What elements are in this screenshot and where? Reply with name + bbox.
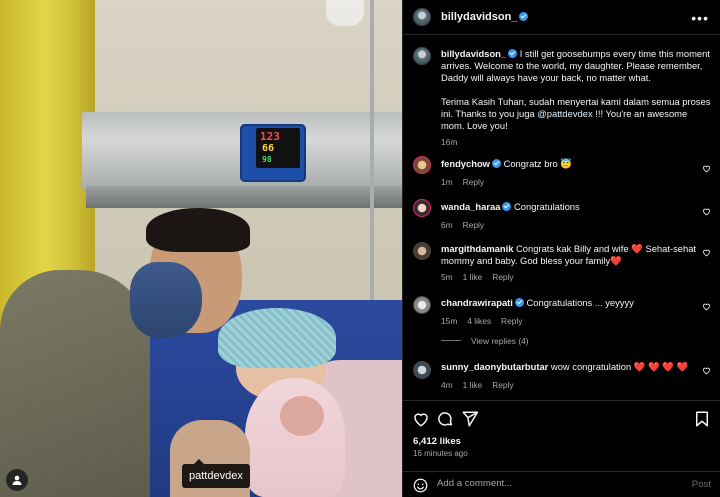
comment-composer: Post: [403, 471, 720, 497]
reply-button[interactable]: Reply: [501, 316, 522, 326]
verified-badge-icon: [491, 159, 501, 168]
comment-avatar[interactable]: [413, 242, 431, 260]
post-detail-panel: billydavidson_ ••• billydavidson_ I stil…: [402, 0, 720, 497]
caption-username[interactable]: billydavidson_: [441, 48, 506, 59]
vitals-screen: 123 66 98: [256, 128, 300, 168]
comment-input[interactable]: [437, 478, 667, 489]
caption-mention[interactable]: @pattdevdex: [537, 108, 592, 119]
face-mask: [130, 262, 202, 338]
share-icon[interactable]: [461, 410, 479, 428]
comment-item: fendychow Congratz bro 😇 1m Reply: [441, 158, 703, 188]
post-actions: 6,412 likes 16 minutes ago Post: [403, 400, 720, 497]
iv-bag: [326, 0, 364, 26]
comment-avatar[interactable]: [413, 156, 431, 174]
author-username[interactable]: billydavidson_: [441, 11, 529, 23]
comment-username[interactable]: wanda_haraa: [441, 201, 500, 212]
reply-button[interactable]: Reply: [463, 177, 484, 187]
reply-button[interactable]: Reply: [492, 380, 513, 390]
comment-text: wow congratulation ❤️ ❤️ ❤️ ❤️: [550, 361, 689, 372]
post-caption: billydavidson_ I still get goosebumps ev…: [441, 48, 711, 148]
vitals-hr: 66: [262, 143, 275, 154]
post-comment-button[interactable]: Post: [692, 479, 711, 490]
comment-username[interactable]: margithdamanik: [441, 243, 513, 254]
reply-button[interactable]: Reply: [492, 272, 513, 282]
verified-badge-icon: [519, 12, 529, 21]
post-timestamp: 16 minutes ago: [413, 449, 468, 458]
comment-time: 15m: [441, 316, 458, 326]
post-photo[interactable]: 123 66 98 pattdevdex: [0, 0, 402, 497]
comment-like-icon[interactable]: [702, 248, 711, 257]
comment-time: 1m: [441, 177, 453, 187]
surgical-cap: [218, 308, 336, 368]
verified-badge-icon: [514, 298, 524, 307]
comment-avatar[interactable]: [413, 296, 431, 314]
comment-time: 6m: [441, 220, 453, 230]
heart-icon[interactable]: [412, 410, 430, 428]
comment-time: 4m: [441, 380, 453, 390]
user-tag-button[interactable]: [6, 469, 28, 491]
man-figure: [0, 270, 150, 497]
post-header: billydavidson_ •••: [403, 0, 720, 35]
comment-text: Congratz bro 😇: [503, 158, 573, 169]
caption-time: 16m: [441, 137, 458, 147]
emoji-icon[interactable]: [413, 478, 428, 493]
comment-like-icon[interactable]: [702, 302, 711, 311]
comment-like-icon[interactable]: [702, 164, 711, 173]
comment-username[interactable]: fendychow: [441, 158, 490, 169]
vitals-bp: 123: [260, 130, 280, 143]
reply-button[interactable]: Reply: [463, 220, 484, 230]
iv-pole: [370, 0, 374, 300]
verified-badge-icon: [508, 49, 518, 58]
comment-item: chandrawirapati Congratulations ... yeyy…: [441, 297, 703, 327]
comment-item: sunny_daonybutarbutar wow congratulation…: [441, 361, 703, 391]
comment-likes[interactable]: 4 likes: [467, 316, 491, 326]
comment-like-icon[interactable]: [702, 207, 711, 216]
author-avatar[interactable]: [413, 8, 431, 26]
comment-username[interactable]: sunny_daonybutarbutar: [441, 361, 548, 372]
more-options-icon[interactable]: •••: [691, 10, 709, 26]
verified-badge-icon: [502, 202, 512, 211]
photo-user-tag[interactable]: pattdevdex: [182, 459, 250, 488]
comment-item: wanda_haraa Congratulations 6m Reply: [441, 201, 703, 231]
user-tag-icon: [12, 475, 22, 485]
comment-text: Congratulations ... yeyyyy: [526, 297, 634, 308]
comment-likes[interactable]: 1 like: [463, 272, 483, 282]
likes-count[interactable]: 6,412 likes: [413, 436, 461, 447]
comment-text: Congratulations: [514, 201, 580, 212]
comment-likes[interactable]: 1 like: [463, 380, 483, 390]
view-replies-button[interactable]: View replies (4): [441, 336, 529, 346]
caption-avatar[interactable]: [413, 47, 431, 65]
comment-avatar[interactable]: [413, 361, 431, 379]
comment-item: margithdamanik Congrats kak Billy and wi…: [441, 243, 703, 283]
comments-scroll[interactable]: billydavidson_ I still get goosebumps ev…: [403, 36, 720, 400]
vitals-spo2: 98: [262, 155, 272, 164]
comment-icon[interactable]: [436, 410, 454, 428]
bookmark-icon[interactable]: [693, 410, 711, 428]
comment-username[interactable]: chandrawirapati: [441, 297, 513, 308]
comment-like-icon[interactable]: [702, 366, 711, 375]
comment-time: 5m: [441, 272, 453, 282]
comment-avatar[interactable]: [413, 199, 431, 217]
